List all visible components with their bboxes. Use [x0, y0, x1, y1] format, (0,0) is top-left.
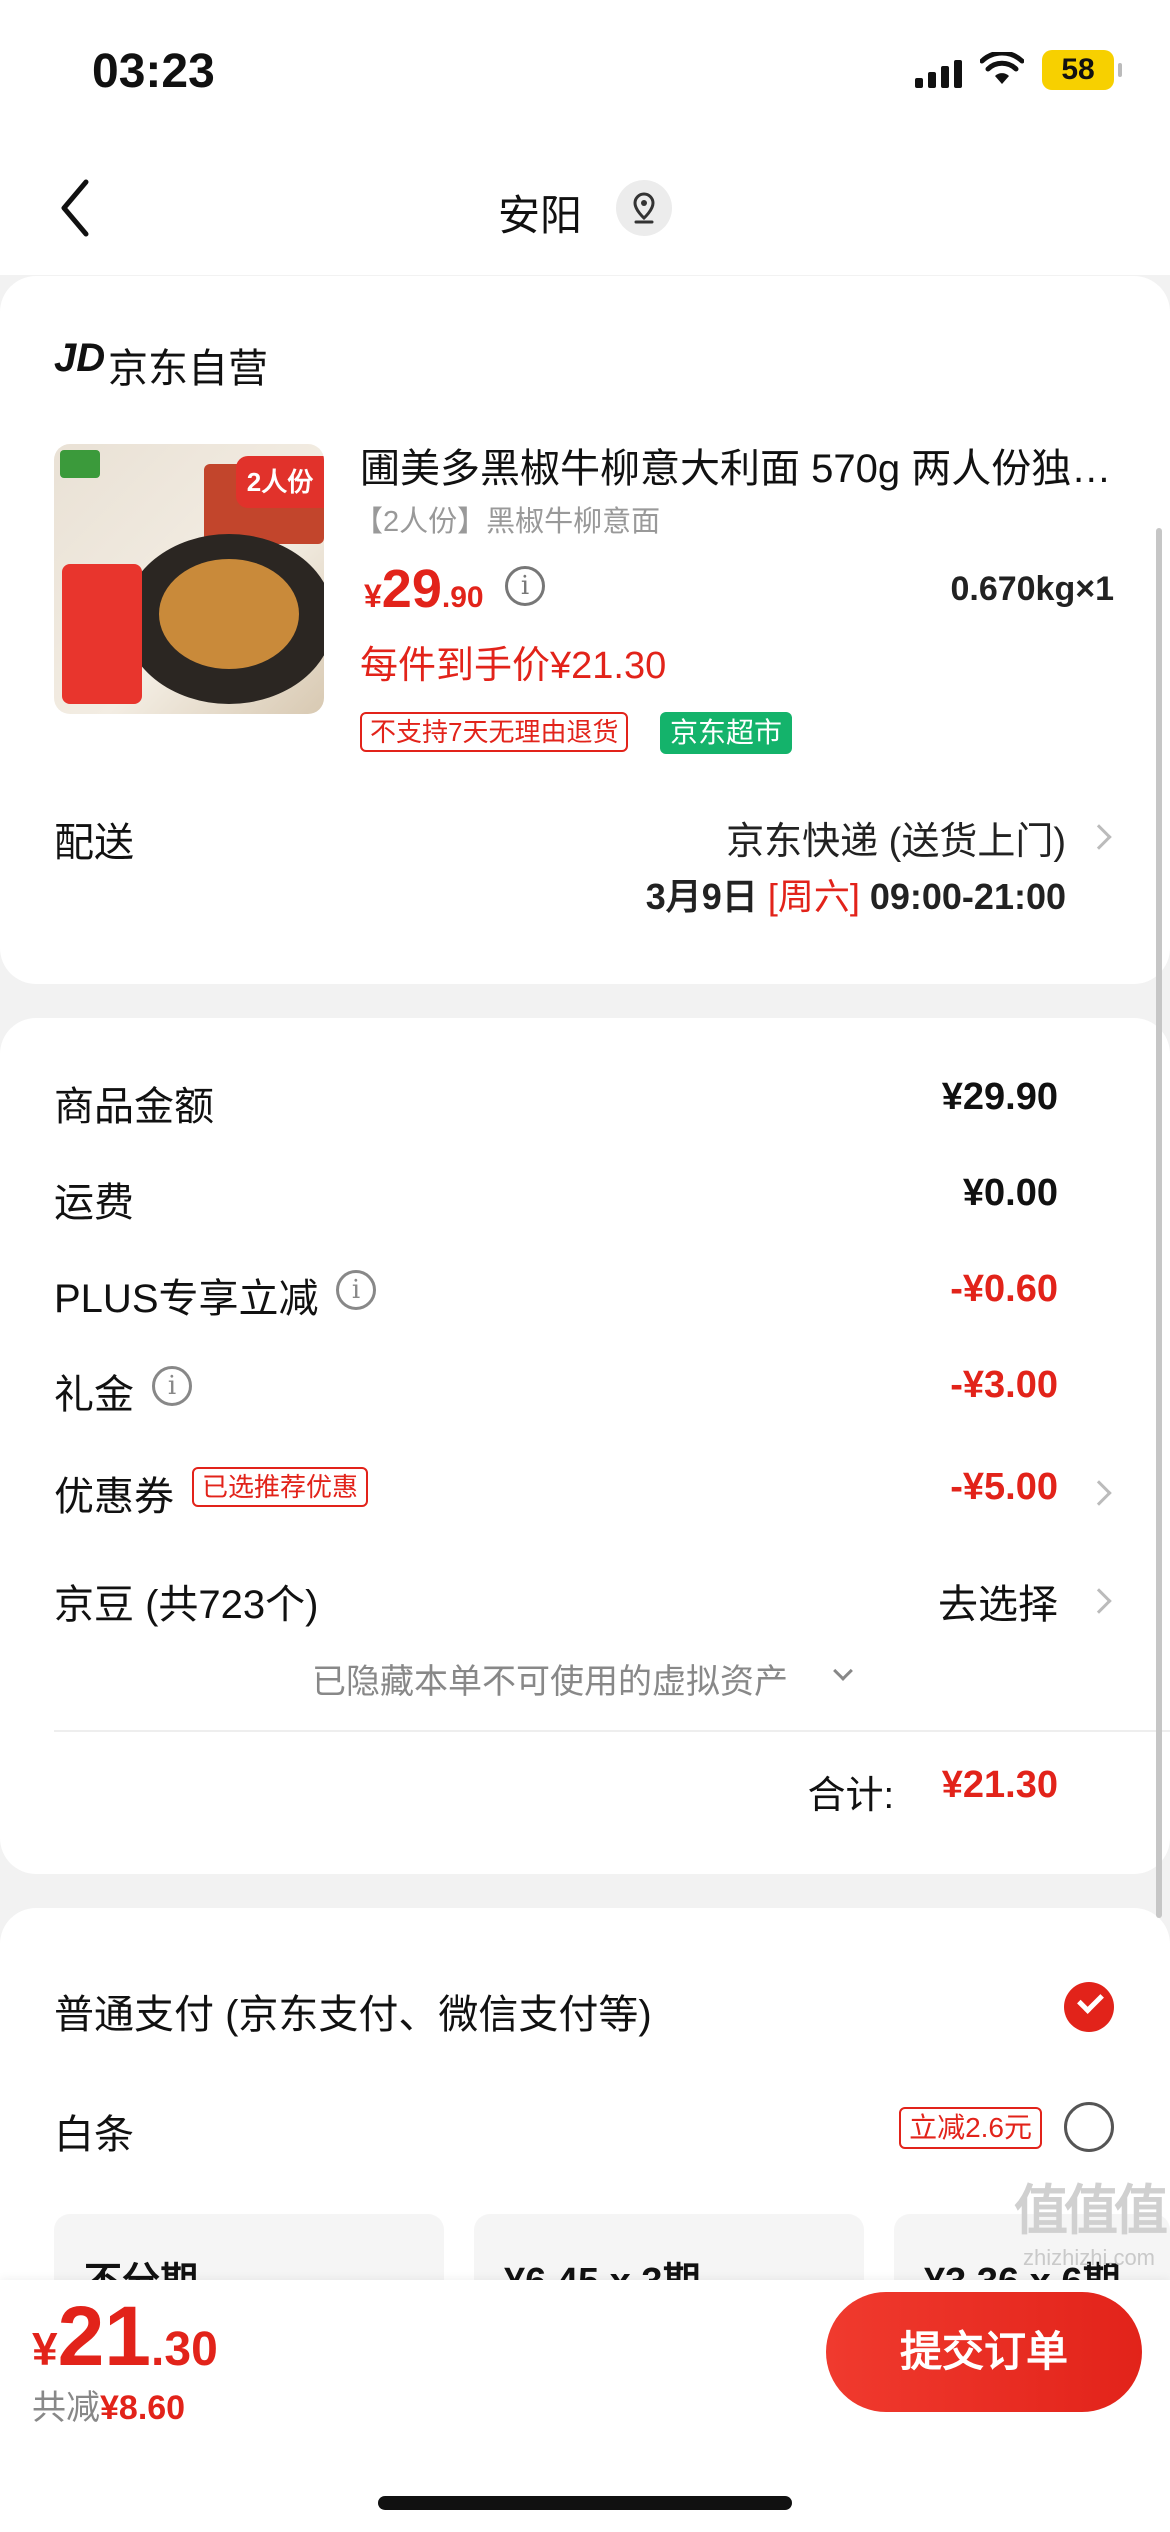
status-icons: 58 — [915, 50, 1122, 90]
image-badge: 2人份 — [236, 456, 324, 508]
status-bar: 03:23 58 — [0, 0, 1170, 140]
delivery-time[interactable]: 3月9日 [周六] 09:00-21:00 — [646, 868, 1066, 920]
product-subtitle: 【2人份】黑椒牛柳意面 — [354, 506, 661, 538]
final-price-per-item: 每件到手价¥21.30 — [360, 645, 667, 687]
price-summary-card: 商品金额 ¥29.90 运费 ¥0.00 PLUS专享立减 -¥0.60 礼金 … — [0, 1018, 1170, 1874]
product-weight-quantity: 0.670kg×1 — [950, 570, 1114, 608]
bottom-price-decimal: .30 — [151, 2323, 218, 2376]
shipping-fee-value: ¥0.00 — [962, 1172, 1058, 1214]
total-value: ¥21.30 — [941, 1764, 1058, 1806]
shipping-fee-label: 运费 — [54, 1181, 134, 1225]
gift-money-label: 礼金 — [54, 1373, 134, 1417]
no-return-tag: 不支持7天无理由退货 — [360, 712, 629, 752]
delivery-day: [周六] — [767, 876, 860, 917]
delivery-method[interactable]: 京东快递 (送货上门) — [726, 810, 1066, 865]
gift-money-info-icon[interactable] — [152, 1366, 192, 1406]
delivery-date: 3月9日 — [645, 876, 758, 917]
image-pasta — [159, 559, 299, 669]
wifi-icon — [980, 52, 1024, 84]
price-integer: 29 — [381, 559, 442, 619]
jd-beans-label[interactable]: 京豆 (共723个) — [54, 1572, 319, 1630]
coupon-label[interactable]: 优惠券 — [54, 1464, 174, 1522]
location-pin-icon[interactable] — [616, 180, 672, 236]
delivery-window: 09:00-21:00 — [869, 876, 1066, 917]
total-label: 合计: — [807, 1775, 894, 1817]
watermark-site: zhizhizhi.com — [1022, 2245, 1156, 2270]
bottom-price-symbol: ¥ — [32, 2323, 58, 2375]
product-title[interactable]: 圃美多黑椒牛柳意大利面 570g 两人份独立包装 速食面 方便面 — [360, 436, 1120, 494]
status-time: 03:23 — [92, 45, 215, 98]
image-promo-tag — [62, 564, 142, 704]
price-decimal: .90 — [441, 581, 484, 614]
nav-bar: 安阳 — [0, 140, 1170, 275]
nav-title-location[interactable]: 安阳 — [498, 182, 582, 243]
bottom-total-price: ¥21.30 — [32, 2288, 218, 2385]
baitiao-label[interactable]: 白条 — [54, 2102, 134, 2160]
bottom-bar: ¥21.30 共减¥8.60 提交订单 — [0, 2280, 1170, 2532]
store-name: 京东自营 — [108, 347, 268, 391]
price-info-icon[interactable] — [505, 566, 545, 606]
coupon-value[interactable]: -¥5.00 — [950, 1466, 1058, 1509]
store-card: JD 京东自营 2人份 圃美多黑椒牛柳意大利面 570g 两人份独立包装 速食面… — [0, 276, 1170, 984]
price-symbol: ¥ — [364, 578, 382, 614]
baitiao-radio-icon[interactable] — [1064, 2102, 1114, 2152]
total-saving: 共减¥8.60 — [32, 2380, 185, 2429]
back-arrow-icon[interactable] — [56, 176, 96, 240]
jd-logo: JD — [54, 336, 106, 380]
product-image[interactable]: 2人份 — [54, 444, 324, 714]
selected-check-icon[interactable] — [1064, 1982, 1114, 2032]
plus-discount-value: -¥0.60 — [950, 1268, 1058, 1310]
watermark: 值值值 zhizhizhi.com — [1014, 2166, 1168, 2271]
bottom-price-integer: 21 — [57, 2289, 152, 2383]
normal-payment-label[interactable]: 普通支付 (京东支付、微信支付等) — [54, 1982, 652, 2040]
jd-beans-select[interactable]: 去选择 — [938, 1572, 1058, 1630]
delivery-label: 配送 — [54, 821, 134, 865]
submit-order-button[interactable]: 提交订单 — [826, 2292, 1142, 2412]
coupon-chevron-icon[interactable] — [1086, 1480, 1112, 1506]
goods-amount-value: ¥29.90 — [941, 1076, 1058, 1118]
signal-icon — [915, 52, 962, 88]
expand-chevron-icon[interactable] — [833, 1661, 853, 1681]
watermark-logo: 值值值 — [1014, 2181, 1168, 2241]
saving-value: ¥8.60 — [100, 2389, 186, 2427]
plus-discount-label: PLUS专享立减 — [54, 1277, 319, 1321]
plus-info-icon[interactable] — [336, 1270, 376, 1310]
battery-icon: 58 — [1042, 50, 1122, 90]
image-brand-logo — [60, 450, 100, 478]
scrollbar[interactable] — [1156, 528, 1162, 1918]
hidden-assets-toggle[interactable]: 已隐藏本单不可使用的虚拟资产 — [312, 1654, 788, 1703]
home-indicator[interactable] — [378, 2496, 792, 2510]
goods-amount-label: 商品金额 — [54, 1085, 214, 1129]
jd-beans-chevron-icon[interactable] — [1086, 1588, 1112, 1614]
coupon-recommended-badge: 已选推荐优惠 — [192, 1467, 369, 1507]
baitiao-discount-badge: 立减2.6元 — [899, 2107, 1042, 2149]
gift-money-value: -¥3.00 — [950, 1364, 1058, 1406]
saving-label: 共减 — [32, 2389, 100, 2427]
divider — [54, 1730, 1170, 1732]
product-price: ¥29.90 — [364, 558, 484, 620]
delivery-chevron-icon[interactable] — [1086, 824, 1112, 850]
jd-supermarket-tag: 京东超市 — [660, 712, 793, 754]
